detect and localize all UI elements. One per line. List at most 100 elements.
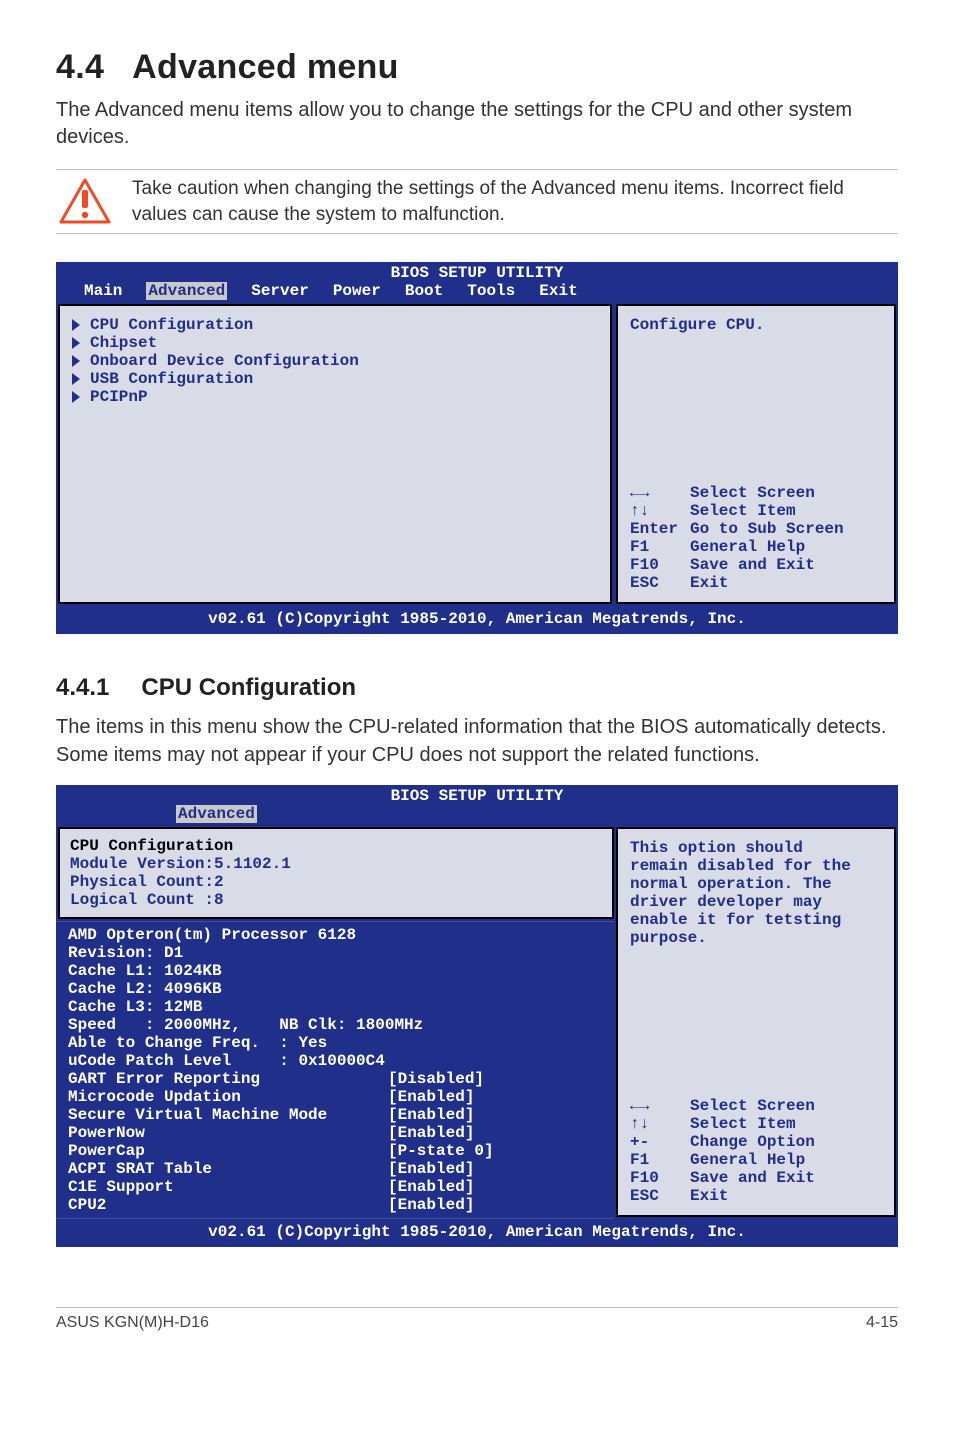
option-value: [Enabled]	[388, 1088, 474, 1106]
bios-tab-bar: Main Advanced Server Power Boot Tools Ex…	[56, 282, 898, 302]
subsection-heading: 4.4.1 CPU Configuration	[56, 674, 898, 702]
submenu-icon	[72, 337, 80, 349]
key: ESC	[630, 1187, 690, 1205]
bios-tab-tools[interactable]: Tools	[467, 282, 515, 300]
key: ↑↓	[630, 1115, 690, 1133]
option-value: [Enabled]	[388, 1124, 474, 1142]
key: F1	[630, 1151, 690, 1169]
key-desc: Save and Exit	[690, 556, 815, 574]
bios-tab-advanced[interactable]: Advanced	[176, 805, 257, 823]
option-label: Secure Virtual Machine Mode	[68, 1106, 388, 1124]
cpu-header-box: CPU Configuration Module Version:5.1102.…	[58, 827, 614, 919]
cpu-info-line: Cache L3: 12MB	[68, 998, 602, 1016]
option-powernow[interactable]: PowerNow[Enabled]	[68, 1124, 602, 1142]
bios-key-legend: ←→Select Screen ↑↓Select Item EnterGo to…	[630, 484, 882, 592]
bios-copyright: v02.61 (C)Copyright 1985-2010, American …	[56, 606, 898, 634]
option-value: [Enabled]	[388, 1106, 474, 1124]
key: ↑↓	[630, 502, 690, 520]
cpu-info-line: uCode Patch Level : 0x10000C4	[68, 1052, 602, 1070]
key-desc: Select Screen	[690, 1097, 815, 1115]
key: ESC	[630, 574, 690, 592]
menu-usb-configuration[interactable]: USB Configuration	[72, 370, 598, 388]
footer-page-number: 4-15	[866, 1314, 898, 1332]
menu-pcipnp[interactable]: PCIPnP	[72, 388, 598, 406]
help-line: This option should	[630, 839, 882, 857]
bios-screenshot-cpu-config: BIOS SETUP UTILITY Advanced CPU Configur…	[56, 785, 898, 1247]
option-c1e-support[interactable]: C1E Support[Enabled]	[68, 1178, 602, 1196]
cpu-info-line: AMD Opteron(tm) Processor 6128	[68, 926, 602, 944]
key: Enter	[630, 520, 690, 538]
logical-count: Logical Count :8	[70, 891, 602, 909]
cpu-info-line: Cache L1: 1024KB	[68, 962, 602, 980]
key-desc: Exit	[690, 1187, 728, 1205]
menu-item-label: CPU Configuration	[90, 316, 253, 334]
bios-tab-exit[interactable]: Exit	[539, 282, 577, 300]
option-cpu2[interactable]: CPU2[Enabled]	[68, 1196, 602, 1214]
submenu-icon	[72, 355, 80, 367]
subsection-number: 4.4.1	[56, 674, 109, 701]
option-label: Microcode Updation	[68, 1088, 388, 1106]
key: ←→	[630, 1097, 690, 1115]
menu-onboard-device[interactable]: Onboard Device Configuration	[72, 352, 598, 370]
bios-title: BIOS SETUP UTILITY	[56, 262, 898, 282]
option-acpi-srat[interactable]: ACPI SRAT Table[Enabled]	[68, 1160, 602, 1178]
key-desc: Go to Sub Screen	[690, 520, 844, 538]
page-footer: ASUS KGN(M)H-D16 4-15	[56, 1307, 898, 1332]
caution-text: Take caution when changing the settings …	[132, 176, 898, 227]
subsection-title: CPU Configuration	[141, 674, 356, 701]
option-label: PowerCap	[68, 1142, 388, 1160]
cpu-info-line: Cache L2: 4096KB	[68, 980, 602, 998]
option-label: GART Error Reporting	[68, 1070, 388, 1088]
help-line: normal operation. The	[630, 875, 882, 893]
key: +-	[630, 1133, 690, 1151]
cpu-details-box: AMD Opteron(tm) Processor 6128 Revision:…	[56, 921, 614, 1219]
bios-tab-server[interactable]: Server	[251, 282, 309, 300]
bios-help-panel: Configure CPU. ←→Select Screen ↑↓Select …	[616, 304, 896, 604]
help-line: driver developer may	[630, 893, 882, 911]
footer-model: ASUS KGN(M)H-D16	[56, 1314, 209, 1332]
bios-title: BIOS SETUP UTILITY	[56, 785, 898, 805]
option-value: [Enabled]	[388, 1178, 474, 1196]
menu-item-label: Chipset	[90, 334, 157, 352]
menu-item-label: Onboard Device Configuration	[90, 352, 359, 370]
bios-menu-panel: CPU Configuration Chipset Onboard Device…	[58, 304, 612, 604]
option-gart-error[interactable]: GART Error Reporting[Disabled]	[68, 1070, 602, 1088]
option-microcode-updation[interactable]: Microcode Updation[Enabled]	[68, 1088, 602, 1106]
key: F10	[630, 1169, 690, 1187]
option-label: ACPI SRAT Table	[68, 1160, 388, 1178]
option-svm-mode[interactable]: Secure Virtual Machine Mode[Enabled]	[68, 1106, 602, 1124]
key-desc: Select Screen	[690, 484, 815, 502]
key-desc: Select Item	[690, 1115, 796, 1133]
bios-copyright: v02.61 (C)Copyright 1985-2010, American …	[56, 1219, 898, 1247]
bios-tab-bar: Advanced	[56, 805, 898, 825]
key-desc: General Help	[690, 538, 805, 556]
section-heading: 4.4Advanced menu	[56, 48, 898, 87]
bios-key-legend: ←→Select Screen ↑↓Select Item +-Change O…	[630, 1097, 882, 1205]
bios-tab-power[interactable]: Power	[333, 282, 381, 300]
key: ←→	[630, 484, 690, 502]
key: F10	[630, 556, 690, 574]
cpu-config-heading: CPU Configuration	[70, 837, 602, 855]
intro-text: The Advanced menu items allow you to cha…	[56, 97, 898, 151]
bios-tab-main[interactable]: Main	[84, 282, 122, 300]
key-desc: Save and Exit	[690, 1169, 815, 1187]
menu-item-label: PCIPnP	[90, 388, 148, 406]
cpu-info-line: Able to Change Freq. : Yes	[68, 1034, 602, 1052]
bios-help-text: This option should remain disabled for t…	[630, 839, 882, 947]
option-label: C1E Support	[68, 1178, 388, 1196]
bios-tab-advanced[interactable]: Advanced	[146, 282, 227, 300]
cpu-info-line: Speed : 2000MHz, NB Clk: 1800MHz	[68, 1016, 602, 1034]
bios-content-panel: CPU Configuration Module Version:5.1102.…	[56, 825, 614, 1219]
key-desc: Select Item	[690, 502, 796, 520]
menu-item-label: USB Configuration	[90, 370, 253, 388]
submenu-icon	[72, 391, 80, 403]
key: F1	[630, 538, 690, 556]
menu-cpu-configuration[interactable]: CPU Configuration	[72, 316, 598, 334]
bios-tab-boot[interactable]: Boot	[405, 282, 443, 300]
help-line: enable it for tetsting	[630, 911, 882, 929]
key-desc: General Help	[690, 1151, 805, 1169]
menu-chipset[interactable]: Chipset	[72, 334, 598, 352]
option-value: [P-state 0]	[388, 1142, 494, 1160]
option-powercap[interactable]: PowerCap[P-state 0]	[68, 1142, 602, 1160]
module-version: Module Version:5.1102.1	[70, 855, 602, 873]
